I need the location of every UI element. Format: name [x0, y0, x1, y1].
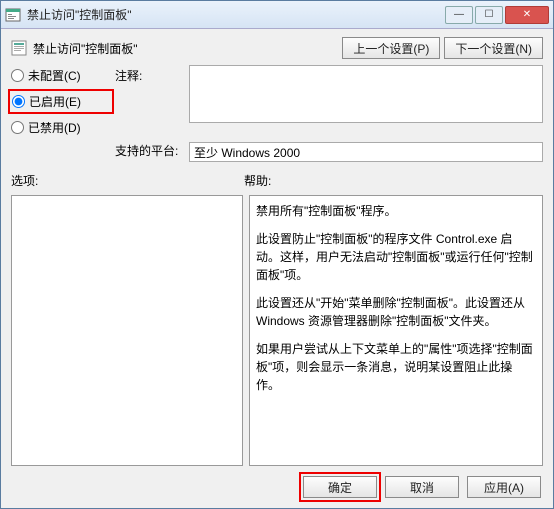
radio-disabled-input[interactable]	[11, 121, 24, 134]
dialog-footer: 确定 取消 应用(A)	[11, 472, 543, 500]
cancel-button[interactable]: 取消	[385, 476, 459, 498]
policy-icon	[5, 7, 21, 23]
section-labels: 选项: 帮助:	[11, 172, 543, 189]
radio-disabled-label: 已禁用(D)	[28, 119, 81, 136]
dialog-body: 禁止访问"控制面板" 上一个设置(P) 下一个设置(N) 未配置(C) 已启用(…	[1, 29, 553, 508]
help-label: 帮助:	[244, 172, 271, 189]
minimize-button[interactable]: —	[445, 6, 473, 24]
window-title: 禁止访问"控制面板"	[27, 6, 445, 23]
help-panel: 禁用所有"控制面板"程序。 此设置防止"控制面板"的程序文件 Control.e…	[249, 195, 543, 466]
config-grid: 未配置(C) 已启用(E) 已禁用(D) 注释: 支持的平台: 至少 Windo…	[11, 65, 543, 162]
dialog-window: 禁止访问"控制面板" — ☐ ✕ 禁止访问"控制面板" 上一个设置(P) 下一个…	[0, 0, 554, 509]
help-paragraph: 如果用户尝试从上下文菜单上的"属性"项选择"控制面板"项，则会显示一条消息，说明…	[256, 340, 536, 394]
comment-label: 注释:	[115, 65, 185, 84]
header-subtitle: 禁止访问"控制面板"	[33, 40, 138, 57]
document-icon	[11, 40, 27, 56]
radio-not-configured-label: 未配置(C)	[28, 67, 81, 84]
comment-textarea[interactable]	[189, 65, 543, 123]
close-button[interactable]: ✕	[505, 6, 549, 24]
help-paragraph: 禁用所有"控制面板"程序。	[256, 202, 536, 220]
prev-setting-button[interactable]: 上一个设置(P)	[342, 37, 440, 59]
platform-label: 支持的平台:	[115, 142, 185, 159]
help-paragraph: 此设置防止"控制面板"的程序文件 Control.exe 启动。这样，用户无法启…	[256, 230, 536, 284]
radio-enabled[interactable]: 已启用(E)	[11, 92, 111, 111]
radio-enabled-input[interactable]	[12, 95, 25, 108]
help-paragraph: 此设置还从"开始"菜单删除"控制面板"。此设置还从 Windows 资源管理器删…	[256, 294, 536, 330]
options-panel	[11, 195, 243, 466]
apply-button[interactable]: 应用(A)	[467, 476, 541, 498]
ok-button[interactable]: 确定	[303, 476, 377, 498]
radio-disabled[interactable]: 已禁用(D)	[11, 119, 111, 136]
radio-enabled-label: 已启用(E)	[29, 93, 81, 110]
state-radio-group: 未配置(C) 已启用(E) 已禁用(D)	[11, 65, 111, 136]
platform-value: 至少 Windows 2000	[194, 144, 300, 161]
platform-field: 至少 Windows 2000	[189, 142, 543, 162]
header-row: 禁止访问"控制面板" 上一个设置(P) 下一个设置(N)	[11, 37, 543, 59]
panels-row: 禁用所有"控制面板"程序。 此设置防止"控制面板"的程序文件 Control.e…	[11, 195, 543, 466]
radio-not-configured-input[interactable]	[11, 69, 24, 82]
radio-not-configured[interactable]: 未配置(C)	[11, 67, 111, 84]
maximize-button[interactable]: ☐	[475, 6, 503, 24]
titlebar: 禁止访问"控制面板" — ☐ ✕	[1, 1, 553, 29]
options-label: 选项:	[11, 172, 244, 189]
window-controls: — ☐ ✕	[445, 6, 549, 24]
next-setting-button[interactable]: 下一个设置(N)	[444, 37, 543, 59]
